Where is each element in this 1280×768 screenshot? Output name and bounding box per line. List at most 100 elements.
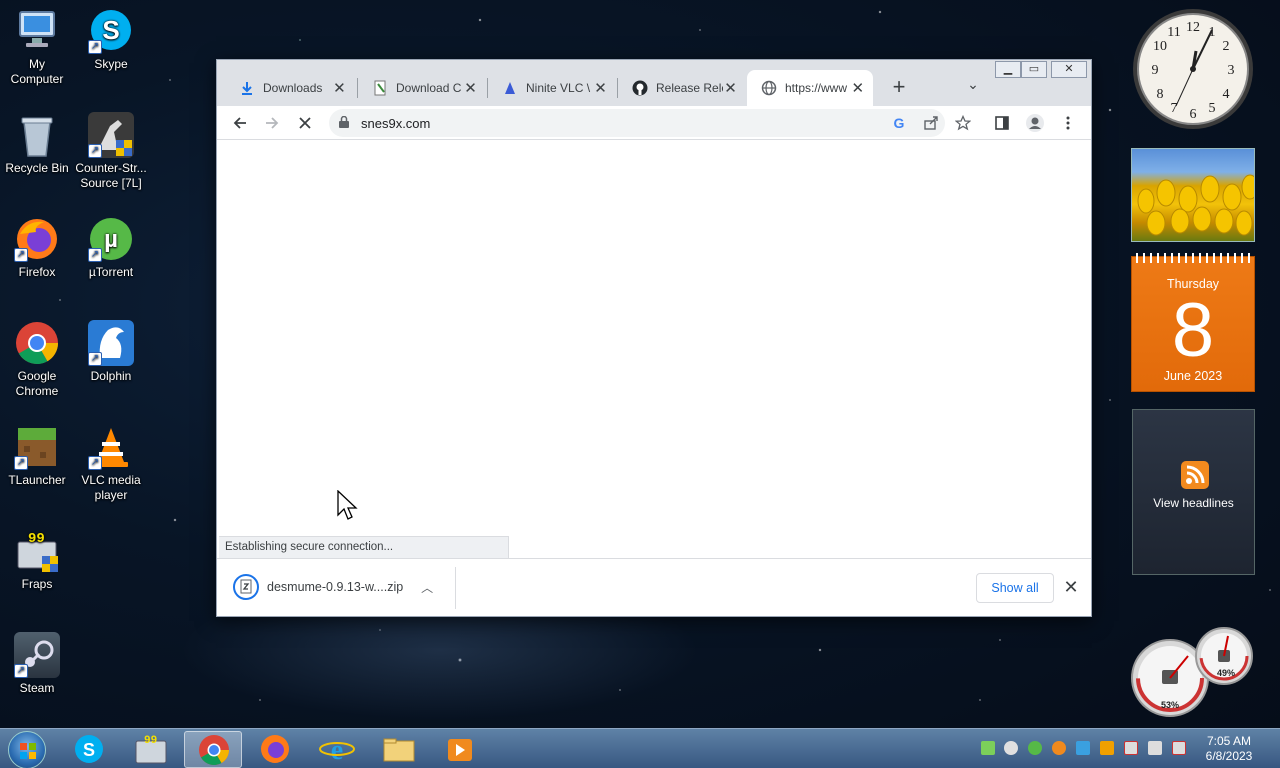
tab-active-loading[interactable]: https://www ✕ [747,70,873,106]
desktop-icon-vlc[interactable]: ↗ VLC media player [75,424,147,503]
cpu-meter-gadget[interactable]: 53% 49% [1130,626,1256,720]
slideshow-gadget[interactable] [1131,148,1255,242]
svg-text:5: 5 [1209,101,1216,116]
taskbar-firefox[interactable] [246,731,304,768]
desktop-icon-label: Skype [94,57,128,71]
calendar-gadget[interactable]: Thursday 8 June 2023 [1131,253,1255,392]
desktop-icon-label: VLC media player [81,473,141,502]
back-button[interactable] [227,110,253,136]
desktop-icon-steam[interactable]: ↗ Steam [1,632,73,696]
desktop-icon-counter-strike[interactable]: ↗ Counter-Str... Source [7L] [75,112,147,191]
taskbar-file-explorer[interactable] [370,731,428,768]
svg-text:S: S [83,740,95,760]
desktop-icon-firefox[interactable]: ↗ Firefox [1,216,73,280]
taskbar-internet-explorer[interactable]: e [308,731,366,768]
computer-icon [14,8,60,54]
desktop-icon-dolphin[interactable]: ↗ Dolphin [75,320,147,384]
share-icon[interactable] [923,115,939,131]
close-shelf-icon[interactable]: ✕ [1059,575,1083,599]
tab-download-c[interactable]: Download C ✕ [358,70,486,106]
address-bar[interactable]: snes9x.com G [329,109,945,137]
taskbar-skype[interactable]: S [60,731,118,768]
notepad-icon [372,80,388,96]
svg-text:6: 6 [1190,107,1197,122]
start-button[interactable] [8,731,46,768]
svg-text:10: 10 [1153,39,1167,54]
shortcut-arrow-icon: ↗ [88,144,102,158]
google-icon[interactable]: G [891,115,907,131]
tray-utorrent-icon[interactable] [1028,741,1042,755]
desktop-icon-label: Steam [19,681,55,695]
tray-volume-muted-icon[interactable] [1172,741,1186,755]
desktop-icon-recycle-bin[interactable]: Recycle Bin [1,112,73,176]
maximize-button[interactable]: ▭ [1021,61,1047,78]
calendar-rings [1136,253,1250,263]
menu-button[interactable] [1055,110,1081,136]
side-panel-button[interactable] [989,110,1015,136]
chrome-icon [199,735,229,766]
tray-app-icon[interactable] [981,741,995,755]
calendar-date: 8 [1171,288,1215,373]
forward-button[interactable] [259,110,285,136]
chrome-window: Downloads ✕ Download C ✕ Ninite VLC \ ✕ … [216,59,1092,617]
zip-file-icon [233,574,259,600]
recycle-bin-icon [14,112,60,158]
taskbar-media-player[interactable] [432,731,490,768]
counter-strike-icon: ↗ [88,112,134,158]
tray-sync-icon[interactable] [1004,741,1018,755]
close-icon[interactable]: ✕ [463,79,478,97]
desktop-icon-fraps[interactable]: 99 Fraps [1,528,73,592]
view-headlines-link[interactable]: View headlines [1133,496,1254,510]
desktop-icon-my-computer[interactable]: My Computer [1,8,73,87]
download-filename: desmume-0.9.13-w....zip [267,580,404,594]
stop-loading-button[interactable] [292,110,318,136]
taskbar-chrome[interactable] [184,731,242,768]
feed-headlines-gadget[interactable]: View headlines [1132,409,1255,575]
calendar-month: June 2023 [1163,369,1223,383]
windows-logo-icon [20,743,36,759]
profile-button[interactable] [1022,110,1048,136]
minimize-button[interactable]: ▁ [995,61,1021,78]
close-icon[interactable]: ✕ [723,79,738,97]
arrow-left-icon [233,117,246,129]
new-tab-button[interactable]: + [885,74,913,102]
clock-gadget[interactable]: 12 12 345 678 91011 [1130,6,1256,132]
utorrent-icon: µ ↗ [88,216,134,262]
taskbar-fraps[interactable]: 99 [122,731,180,768]
skype-icon: S ↗ [88,8,134,54]
tray-update-icon[interactable] [1100,741,1114,755]
close-icon[interactable]: ✕ [593,79,608,97]
close-icon[interactable]: ✕ [332,79,347,97]
desktop-icon-utorrent[interactable]: µ ↗ µTorrent [75,216,147,280]
desktop-icon-google-chrome[interactable]: Google Chrome [1,320,73,399]
chrome-icon [14,320,60,366]
tray-clock[interactable]: 7:05 AM 6/8/2023 [1196,734,1262,764]
desktop-icon-tlauncher[interactable]: ↗ TLauncher [1,424,73,488]
tab-github-release[interactable]: Release Rele ✕ [618,70,746,106]
arrow-right-icon [266,117,279,129]
tray-search-icon[interactable] [1052,741,1066,755]
desktop-icon-skype[interactable]: S ↗ Skype [75,8,147,72]
skype-icon: S [75,735,103,763]
shortcut-arrow-icon: ↗ [14,664,28,678]
tab-title: Ninite VLC \ [526,81,591,95]
close-icon[interactable]: ✕ [850,79,865,97]
svg-text:µ: µ [104,226,118,253]
tray-network-icon[interactable] [1076,741,1090,755]
tab-downloads[interactable]: Downloads ✕ [225,70,355,106]
chevron-up-icon[interactable]: ︿ [421,579,433,596]
svg-text:S: S [102,15,119,45]
kebab-menu-icon [1066,116,1070,130]
tab-search-chevron-icon[interactable]: ⌄ [961,76,985,100]
tab-ninite-vlc[interactable]: Ninite VLC \ ✕ [488,70,616,106]
firefox-icon: ↗ [14,216,60,262]
download-item[interactable]: desmume-0.9.13-w....zip ︿ [233,573,433,601]
desktop-icon-label: TLauncher [8,473,66,487]
tray-action-center-icon[interactable] [1124,741,1138,755]
tray-display-icon[interactable] [1148,741,1162,755]
bookmark-star-button[interactable] [950,110,976,136]
shortcut-arrow-icon: ↗ [88,456,102,470]
close-window-button[interactable]: ✕ [1051,61,1087,78]
show-all-button[interactable]: Show all [976,573,1054,603]
shortcut-arrow-icon: ↗ [88,248,102,262]
